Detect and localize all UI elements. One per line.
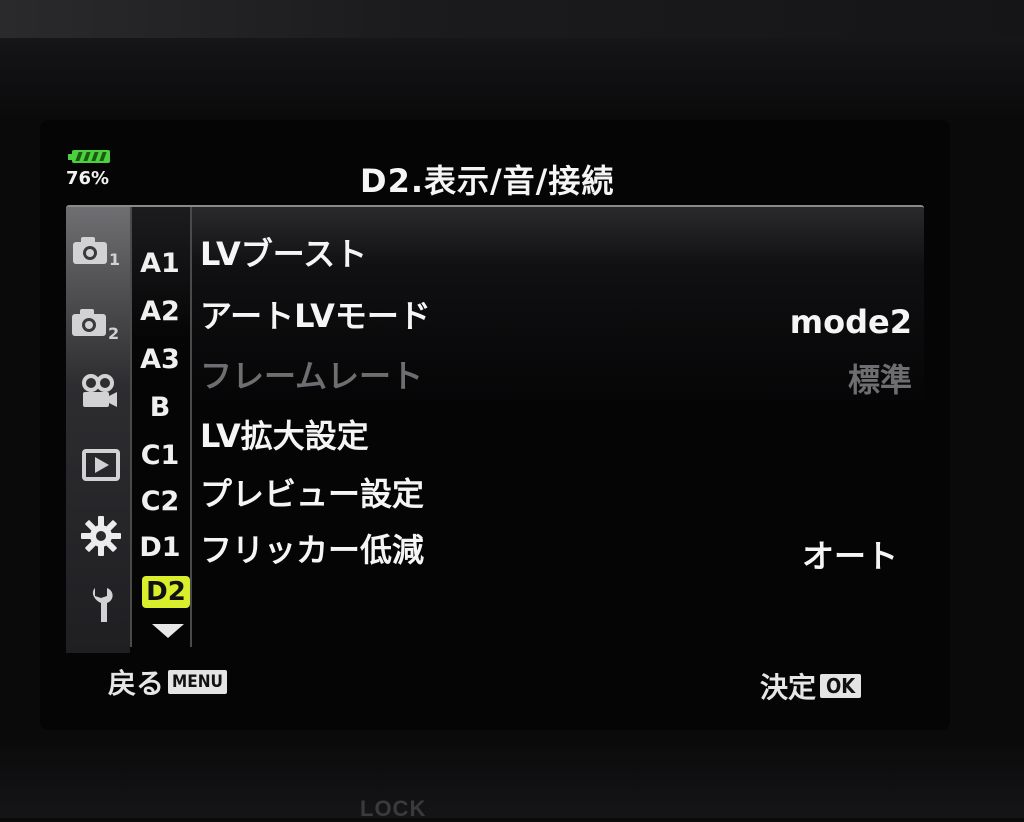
custom-menu-icon[interactable] <box>76 514 126 564</box>
shooting-menu-1-icon[interactable]: 1 <box>70 234 120 274</box>
menu-item-flicker-reduction[interactable]: フリッカー低減 <box>200 530 424 570</box>
camera-icon: 2 <box>72 309 119 343</box>
menu-item-art-lv-mode[interactable]: アートLVモード <box>200 296 431 336</box>
submenu-d1[interactable]: D1 <box>134 532 186 564</box>
back-hint[interactable]: 戻る MENU <box>108 662 227 702</box>
submenu-c1[interactable]: C1 <box>134 440 186 472</box>
menu-key-badge: MENU <box>168 670 227 694</box>
setup-menu-icon[interactable] <box>80 584 130 630</box>
shooting-menu-2-icon[interactable]: 2 <box>70 306 120 348</box>
video-menu-icon[interactable] <box>74 374 124 416</box>
submenu-b[interactable]: B <box>134 392 186 424</box>
battery-percent: 76% <box>66 168 110 189</box>
playback-icon <box>82 449 120 481</box>
menu-value-flicker-reduction: オート <box>801 537 898 575</box>
menu-item-lv-zoom-setting[interactable]: LV拡大設定 <box>200 416 369 456</box>
bezel-top-edge <box>0 0 1024 38</box>
wrench-icon <box>92 588 113 622</box>
category-sub-1: 1 <box>109 250 119 268</box>
confirm-label: 決定 <box>760 671 817 704</box>
playback-menu-icon[interactable] <box>76 448 126 488</box>
camera-icon: 1 <box>73 237 120 269</box>
ok-key-badge: OK <box>820 674 862 698</box>
back-label: 戻る <box>108 667 165 700</box>
menu-value-art-lv-mode: mode2 <box>789 303 912 341</box>
scroll-down-arrow-icon[interactable] <box>152 624 184 638</box>
menu-item-lv-boost[interactable]: LVブースト <box>200 234 367 274</box>
submenu-d2-active[interactable]: D2 <box>142 576 190 608</box>
confirm-hint[interactable]: 決定 OK <box>760 666 862 706</box>
category-sub-2: 2 <box>108 324 119 342</box>
gear-icon <box>81 516 121 556</box>
submenu-a2[interactable]: A2 <box>134 296 186 328</box>
menu-item-preview-setting[interactable]: プレビュー設定 <box>200 474 424 514</box>
page-title: D2.表示/音/接続 <box>360 162 615 200</box>
lock-switch-label: LOCK <box>360 796 427 821</box>
menu-panel <box>66 205 924 657</box>
battery-icon <box>68 148 110 164</box>
submenu-a3[interactable]: A3 <box>134 344 186 376</box>
menu-value-frame-rate: 標準 <box>847 361 912 399</box>
submenu-a1[interactable]: A1 <box>134 248 186 280</box>
submenu-c2[interactable]: C2 <box>134 486 186 518</box>
menu-item-frame-rate: フレームレート <box>200 357 424 395</box>
video-camera-icon <box>82 374 117 407</box>
